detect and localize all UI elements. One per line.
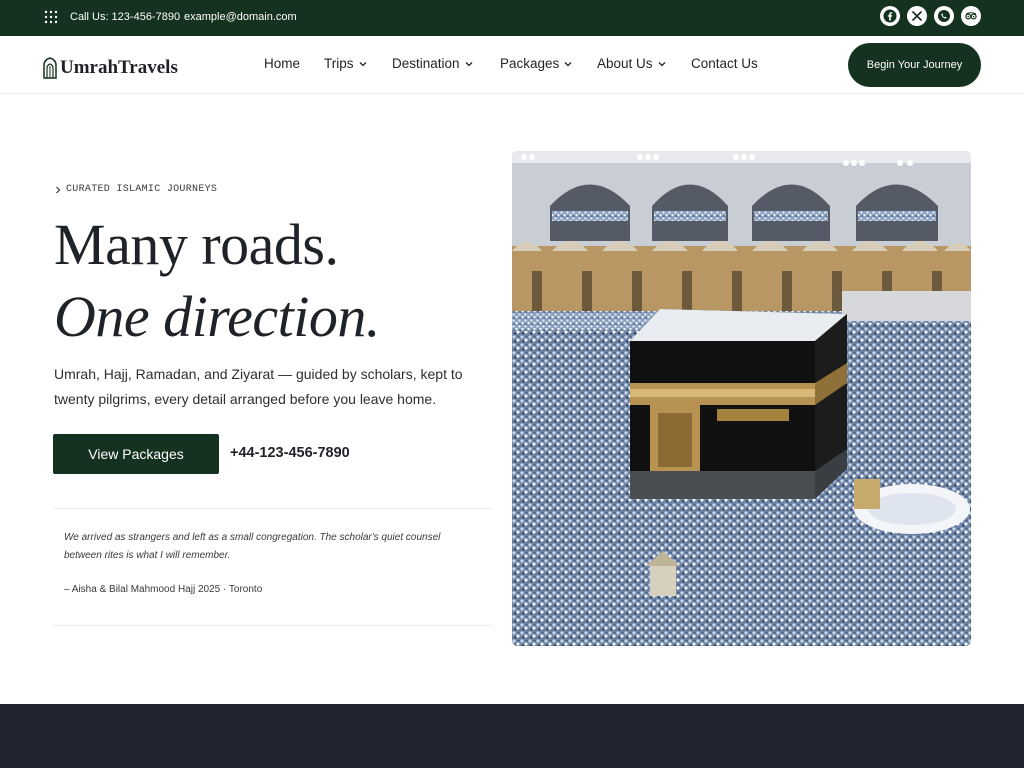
phone-link[interactable]: +44-123-456-7890 bbox=[230, 445, 350, 461]
kaaba-image bbox=[512, 151, 971, 646]
tripadvisor-icon[interactable] bbox=[961, 6, 981, 26]
nav-label: About Us bbox=[597, 56, 653, 71]
nav-label: Trips bbox=[324, 56, 354, 71]
nav-home[interactable]: Home bbox=[264, 56, 300, 71]
dark-section bbox=[0, 704, 1024, 768]
nav-contact-us[interactable]: Contact Us bbox=[691, 56, 758, 71]
divider bbox=[53, 508, 493, 509]
logo-text: UmrahTravels bbox=[60, 57, 178, 78]
logo[interactable]: UmrahTravels bbox=[42, 56, 178, 80]
main-header: UmrahTravels Home Trips Destination Pack… bbox=[0, 36, 1024, 94]
testimonial-quote: We arrived as strangers and left as a sm… bbox=[64, 532, 441, 561]
hero-description: Umrah, Hajj, Ramadan, and Ziyarat — guid… bbox=[54, 366, 463, 407]
nav-destination[interactable]: Destination bbox=[392, 56, 473, 71]
nav-label: Home bbox=[264, 56, 301, 71]
eyebrow-text: CURATED ISLAMIC JOURNEYS bbox=[66, 184, 218, 195]
chevron-down-icon bbox=[359, 61, 366, 66]
nav-label: Destination bbox=[392, 56, 460, 71]
nav-label: Packages bbox=[500, 56, 560, 71]
chevron-down-icon bbox=[564, 61, 572, 66]
call-us-text[interactable]: Call Us: 123-456-7890 bbox=[70, 11, 180, 23]
nav-trips[interactable]: Trips bbox=[324, 56, 367, 71]
mosque-door-icon bbox=[43, 57, 57, 79]
facebook-icon[interactable] bbox=[880, 6, 900, 26]
x-icon[interactable] bbox=[907, 6, 927, 26]
divider bbox=[53, 625, 493, 626]
nav-about-us[interactable]: About Us bbox=[597, 56, 666, 71]
email-link[interactable]: example@domain.com bbox=[184, 11, 297, 23]
begin-your-journey-button[interactable]: Begin Your Journey bbox=[848, 43, 981, 87]
chevron-right-icon bbox=[56, 186, 61, 193]
testimonial-attribution: – Aisha & Bilal Mahmood Hajj 2025 · Toro… bbox=[64, 584, 263, 595]
top-info-bar: Call Us: 123-456-7890 example@domain.com bbox=[0, 0, 1024, 36]
eyebrow: CURATED ISLAMIC JOURNEYS bbox=[55, 184, 217, 195]
whatsapp-icon[interactable] bbox=[934, 6, 954, 26]
view-packages-button[interactable]: View Packages bbox=[53, 434, 219, 474]
hero-title-line-1: Many roads. bbox=[54, 212, 339, 277]
chevron-down-icon bbox=[465, 61, 473, 66]
grid-icon[interactable] bbox=[44, 10, 58, 24]
hero-title-line-2: One direction. bbox=[54, 284, 380, 349]
nav-label: Contact Us bbox=[691, 56, 758, 71]
nav-packages[interactable]: Packages bbox=[500, 56, 572, 71]
chevron-down-icon bbox=[658, 61, 665, 66]
hero-photo bbox=[512, 151, 971, 646]
